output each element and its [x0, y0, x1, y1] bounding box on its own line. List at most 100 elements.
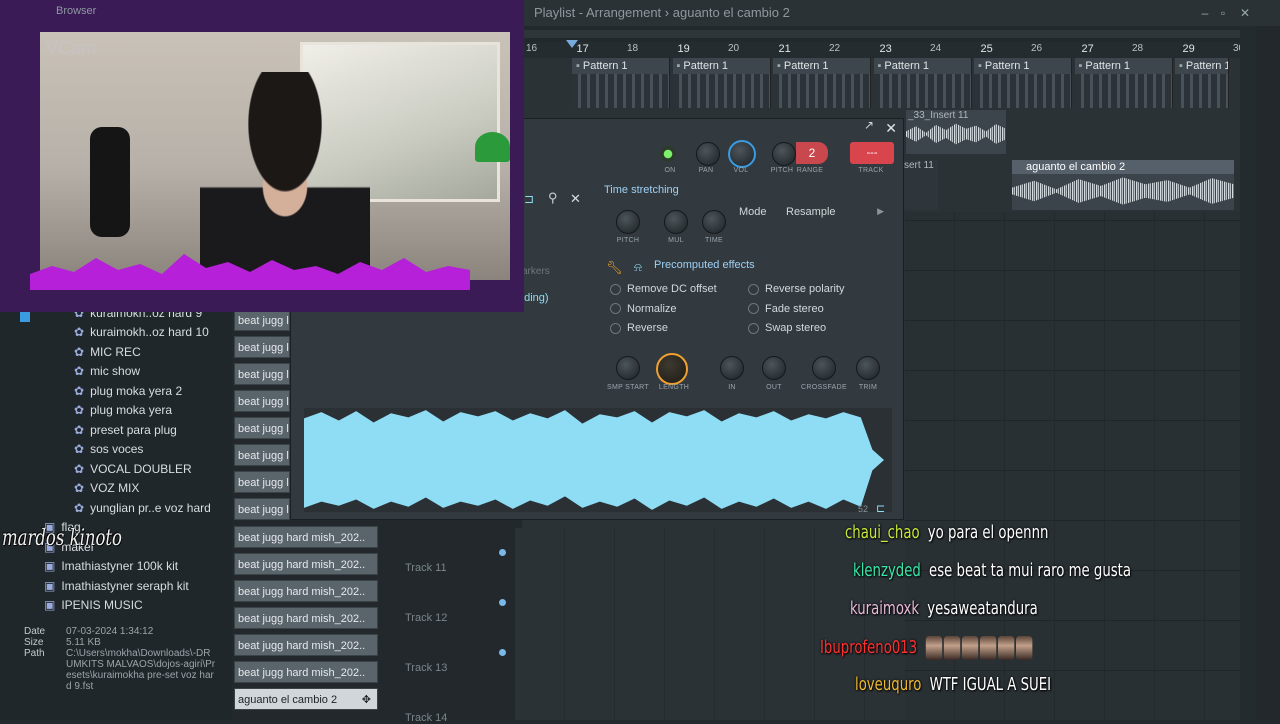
effect-option[interactable]: Normalize: [610, 303, 677, 315]
channel-button[interactable]: beat jugg l: [234, 336, 290, 358]
close-icon[interactable]: ✕: [1236, 4, 1254, 22]
browser-item[interactable]: ✿ MIC REC: [74, 345, 141, 364]
ruler-tick: 16: [526, 43, 538, 54]
channel-button[interactable]: beat jugg hard mish_202..: [234, 526, 378, 548]
browser-item[interactable]: ▣ IPENIS MUSIC: [44, 598, 143, 617]
browser-item[interactable]: ✿ preset para plug: [74, 423, 177, 442]
track-name[interactable]: Track 13: [405, 662, 447, 674]
track-led[interactable]: [499, 649, 506, 656]
mode-select[interactable]: Resample ▶: [786, 206, 884, 218]
channel-button[interactable]: beat jugg hard mish_202..: [234, 634, 378, 656]
horizontal-scrollbar[interactable]: [522, 30, 1240, 38]
browser-item[interactable]: ✿ plug moka yera: [74, 403, 172, 422]
sampler-arrow-icon[interactable]: ↗: [864, 118, 874, 132]
length-knob[interactable]: [656, 353, 688, 385]
track-led[interactable]: [499, 549, 506, 556]
track-selector[interactable]: ---: [850, 142, 894, 164]
pattern-clip-label: Pattern 1: [884, 60, 930, 72]
channel-button-selected[interactable]: aguanto el cambio 2 ✥: [234, 688, 378, 710]
ruler-tick: 26: [1031, 43, 1043, 54]
channel-button[interactable]: beat jugg hard mish_202..: [234, 607, 378, 629]
browser-item[interactable]: ✿ VOCAL DOUBLER: [74, 462, 192, 481]
ts-time-knob[interactable]: [702, 210, 726, 234]
pattern-notes: [873, 74, 971, 108]
channel-button[interactable]: beat jugg hard mish_202..: [234, 553, 378, 575]
channel-button[interactable]: beat jugg l: [234, 309, 290, 331]
on-toggle[interactable]: [660, 146, 676, 162]
effect-option[interactable]: Reverse polarity: [748, 283, 844, 295]
pattern-clip[interactable]: ▪ Pattern 1: [572, 58, 670, 108]
in-knob[interactable]: [720, 356, 744, 380]
detach-icon[interactable]: ⊐: [524, 192, 534, 206]
pan-knob[interactable]: [696, 142, 720, 166]
browser-item[interactable]: ✿ mic show: [74, 364, 140, 383]
smp-start-knob[interactable]: [616, 356, 640, 380]
browser-item[interactable]: ✿ plug moka yera 2: [74, 384, 182, 403]
pitch-range-value[interactable]: 2: [796, 142, 828, 164]
pattern-clip[interactable]: ▪ Pattern 1: [974, 58, 1072, 108]
channel-button[interactable]: beat jugg l: [234, 444, 290, 466]
trim-knob[interactable]: [856, 356, 880, 380]
channel-button[interactable]: beat jugg hard mish_202..: [234, 661, 378, 683]
pattern-clip[interactable]: ▪ Pattern 1: [1175, 58, 1229, 108]
insert-clip-a[interactable]: _33_Insert 11: [906, 110, 1006, 154]
audio-clip[interactable]: aguanto el cambio 2: [1012, 160, 1234, 210]
minimize-icon[interactable]: –: [1196, 4, 1214, 22]
sample-waveform[interactable]: [304, 408, 892, 512]
radio-icon[interactable]: [610, 322, 621, 334]
pattern-clip[interactable]: ▪ Pattern 1: [1074, 58, 1173, 108]
out-knob[interactable]: [762, 356, 786, 380]
pattern-clip[interactable]: ▪ Pattern 1: [773, 58, 871, 108]
time-stretching-title: Time stretching: [604, 184, 679, 196]
volume-knob[interactable]: [728, 140, 756, 168]
ruler-tick: 19: [677, 43, 690, 55]
effect-option-label: Fade stereo: [765, 302, 824, 315]
maximize-icon[interactable]: ▫: [1214, 4, 1232, 22]
channel-button[interactable]: beat jugg hard mish_202..: [234, 580, 378, 602]
effect-option[interactable]: Swap stereo: [748, 322, 826, 334]
ts-mul-knob[interactable]: [664, 210, 688, 234]
channel-button[interactable]: beat jugg l: [234, 417, 290, 439]
effect-option[interactable]: Fade stereo: [748, 303, 824, 315]
radio-icon[interactable]: [748, 303, 759, 315]
browser-item[interactable]: ▣ Imathiastyner seraph kit: [44, 579, 189, 598]
pattern-notes: [672, 74, 770, 108]
radio-icon[interactable]: [748, 283, 759, 295]
browser-item-label: mic show: [90, 364, 141, 378]
browser-item[interactable]: ✿ kuraimokh..oz hard 10: [74, 325, 209, 344]
track-name[interactable]: Track 12: [405, 612, 447, 624]
mode-label: Mode: [739, 206, 767, 218]
track-name[interactable]: Track 11: [405, 562, 447, 574]
waveform-expand-icon[interactable]: ⊏: [876, 502, 885, 515]
track-led[interactable]: [499, 599, 506, 606]
channel-button[interactable]: beat jugg l: [234, 363, 290, 385]
pattern-notes: [773, 74, 870, 108]
radio-icon[interactable]: [610, 283, 621, 295]
crossfade-knob[interactable]: [812, 356, 836, 380]
pattern-clip[interactable]: ▪ Pattern 1: [873, 58, 972, 108]
streamer: [200, 72, 370, 280]
insert-clip-b[interactable]: sert 11: [904, 160, 938, 210]
radio-icon[interactable]: [610, 303, 621, 315]
channel-button[interactable]: beat jugg l: [234, 390, 290, 412]
panel-close-icon[interactable]: ✕: [570, 191, 581, 207]
track-name[interactable]: Track 14: [405, 712, 447, 724]
effect-option[interactable]: Reverse: [610, 322, 668, 334]
timeline-ruler[interactable]: 16 17 18 19 20 21 22 23 24 25 26 27 28 29 30: [522, 42, 1244, 58]
pitch-knob[interactable]: [772, 142, 796, 166]
ts-pitch-knob[interactable]: [616, 210, 640, 234]
chat-overlay: chaui_chao yo para el opennn klenzyded ese …: [818, 520, 1280, 720]
browser-item-label: plug moka yera 2: [90, 383, 183, 398]
channel-button[interactable]: beat jugg l: [234, 471, 290, 493]
sampler-close-icon[interactable]: ✕: [885, 120, 897, 137]
radio-icon[interactable]: [748, 322, 759, 334]
playhead-marker[interactable]: [566, 40, 578, 48]
effect-option[interactable]: Remove DC offset: [610, 283, 717, 295]
pin-icon[interactable]: ⚲: [548, 190, 558, 206]
browser-item[interactable]: ✿ sos voces: [74, 442, 143, 461]
emote-image: [943, 636, 960, 660]
preset-gear-icon: ✿: [74, 442, 85, 456]
pattern-clip[interactable]: ▪ Pattern 1: [672, 58, 771, 108]
ruler-tick: 22: [829, 43, 841, 54]
channel-button[interactable]: beat jugg l: [234, 498, 290, 520]
